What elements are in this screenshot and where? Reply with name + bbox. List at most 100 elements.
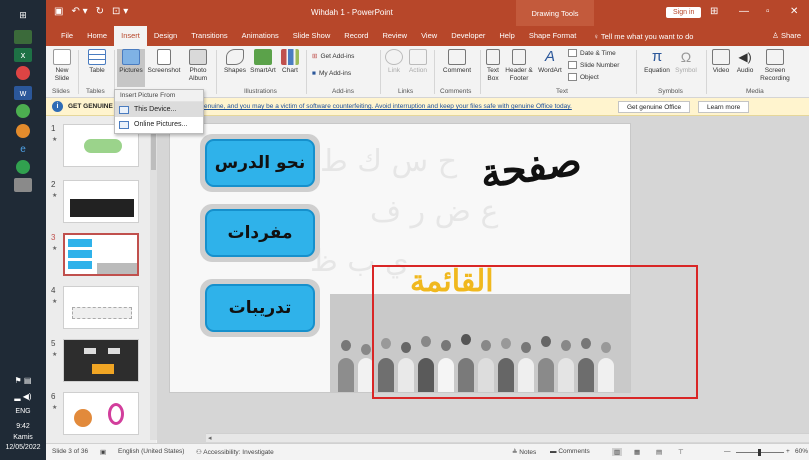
tab-home[interactable]: Home — [80, 26, 114, 46]
language-status[interactable]: English (United States) — [118, 448, 184, 455]
tab-shape-format[interactable]: Shape Format — [522, 26, 584, 46]
zoom-level[interactable]: 60% — [795, 448, 808, 455]
thumb-number: 6 — [51, 392, 56, 401]
orange-app-icon[interactable] — [16, 124, 30, 138]
screenshot-button[interactable]: Screenshot — [146, 49, 182, 75]
zoom-in-icon[interactable]: + — [786, 448, 790, 455]
new-slide-button[interactable]: New Slide — [50, 49, 74, 83]
close-icon[interactable]: ✕ — [790, 6, 798, 17]
header-footer-icon — [512, 49, 526, 65]
edge-icon[interactable]: e — [14, 142, 32, 156]
tab-transitions[interactable]: Transitions — [184, 26, 234, 46]
chrome-icon[interactable] — [16, 66, 30, 80]
menu-button-tadribat[interactable]: تدريبات — [200, 279, 320, 337]
redo-icon[interactable]: ↻ — [96, 6, 104, 17]
photo-album-label: Photo Album — [188, 67, 208, 82]
tab-record[interactable]: Record — [337, 26, 375, 46]
tab-view[interactable]: View — [414, 26, 444, 46]
get-addins-button[interactable]: ⊞ Get Add-ins — [312, 52, 354, 61]
slide-thumbnail-4[interactable] — [63, 286, 139, 329]
photo-album-button[interactable]: Photo Album — [184, 49, 212, 83]
maximize-icon[interactable]: ▫ — [766, 6, 770, 17]
reading-view-icon[interactable]: ▤ — [656, 448, 662, 456]
this-device-menu-item[interactable]: This Device... — [115, 102, 203, 117]
tab-insert[interactable]: Insert — [114, 26, 147, 46]
online-pictures-menu-item[interactable]: Online Pictures... — [115, 117, 203, 132]
undo-icon[interactable]: ↶ ▾ — [71, 6, 87, 17]
comment-button[interactable]: Comment — [440, 49, 474, 75]
slide-thumbnail-5[interactable] — [63, 339, 139, 382]
tab-help[interactable]: Help — [492, 26, 521, 46]
link-button[interactable]: Link — [384, 49, 404, 75]
sign-in-button[interactable]: Sign in — [666, 7, 702, 18]
accessibility-status[interactable]: ⚇ Accessibility: Investigate — [196, 448, 274, 456]
present-icon[interactable]: ⊡ ▾ — [112, 6, 128, 17]
shapes-button[interactable]: Shapes — [222, 49, 248, 75]
tray-language[interactable]: ENG — [0, 408, 46, 415]
notes-button[interactable]: ≜ Notes — [512, 448, 536, 456]
zoom-slider-thumb[interactable] — [758, 449, 761, 456]
audio-button[interactable]: ◀) Audio — [734, 49, 756, 75]
menu-button-nahw[interactable]: نحو الدرس — [200, 134, 320, 192]
photo-album-icon — [189, 49, 207, 65]
scroll-left-icon[interactable]: ◂ — [208, 434, 212, 442]
slide-thumbnail-2[interactable] — [63, 180, 139, 223]
windows-logo-icon[interactable]: ⊞ — [14, 8, 32, 22]
table-button[interactable]: Table — [84, 49, 110, 75]
minimize-icon[interactable]: — — [739, 6, 749, 17]
spellcheck-icon[interactable]: ▣ — [100, 448, 106, 456]
ribbon-display-icon[interactable]: ⊞ — [710, 6, 718, 17]
misc-app-icon[interactable] — [14, 178, 32, 192]
symbol-button[interactable]: Ω Symbol — [674, 49, 698, 75]
text-box-button[interactable]: Text Box — [483, 49, 503, 83]
get-genuine-office-button[interactable]: Get genuine Office — [618, 101, 691, 113]
smartart-button[interactable]: SmartArt — [249, 49, 277, 75]
slide-thumbnail-6[interactable] — [63, 392, 139, 435]
thumbnail-scrollbar[interactable] — [150, 120, 157, 440]
pictures-button[interactable]: Pictures — [117, 49, 145, 87]
action-button[interactable]: Action — [406, 49, 430, 75]
tray-icons[interactable]: ⚑ ▤ — [0, 376, 46, 385]
zoom-out-icon[interactable]: — — [724, 448, 731, 455]
slideshow-icon[interactable]: ⊤ — [678, 448, 684, 456]
slide-title[interactable]: صفحة — [477, 137, 584, 198]
slide-sorter-icon[interactable]: ▦ — [634, 448, 640, 456]
slide-number-button[interactable]: Slide Number — [568, 61, 619, 69]
tab-design[interactable]: Design — [147, 26, 184, 46]
screen-recording-button[interactable]: Screen Recording — [758, 49, 792, 83]
info-icon: i — [52, 101, 63, 112]
slide-thumbnail-3[interactable] — [63, 233, 139, 276]
tray-time[interactable]: 9:42 — [0, 423, 46, 430]
save-icon[interactable]: ▣ — [54, 6, 63, 17]
tab-file[interactable]: File — [54, 26, 80, 46]
my-addins-button[interactable]: ■ My Add-ins — [312, 70, 351, 77]
tab-review[interactable]: Review — [375, 26, 414, 46]
tell-me-search[interactable]: ♀ Tell me what you want to do — [593, 32, 693, 41]
tab-slide-show[interactable]: Slide Show — [286, 26, 338, 46]
video-button[interactable]: Video — [710, 49, 732, 75]
share-button[interactable]: ♙ Share — [772, 31, 801, 40]
powerpoint-window: ▣ ↶ ▾ ↻ ⊡ ▾ Wihdah 1 - PowerPoint Drawin… — [46, 0, 809, 460]
green-app-icon[interactable] — [16, 104, 30, 118]
chart-button[interactable]: Chart — [279, 49, 301, 75]
date-time-button[interactable]: Date & Time — [568, 49, 616, 57]
header-footer-button[interactable]: Header & Footer — [504, 49, 534, 83]
tray-volume[interactable]: ▂ ◀) — [0, 392, 46, 401]
word-icon[interactable]: w — [14, 86, 32, 100]
excel-icon[interactable]: x — [14, 48, 32, 62]
object-button[interactable]: Object — [568, 73, 599, 81]
slide-horizontal-scrollbar[interactable]: ◂ ▸ — [206, 433, 809, 442]
speaker-icon: ◀) — [738, 50, 752, 64]
notification-message[interactable]: enuine, and you may be a victim of softw… — [204, 103, 572, 110]
tab-animations[interactable]: Animations — [235, 26, 286, 46]
comments-button[interactable]: ▬ Comments — [550, 448, 590, 455]
tab-developer[interactable]: Developer — [444, 26, 492, 46]
learn-more-button[interactable]: Learn more — [698, 101, 750, 113]
online-pictures-icon — [119, 120, 129, 129]
wordart-button[interactable]: A WordArt — [536, 49, 564, 75]
chrome2-icon[interactable] — [16, 160, 30, 174]
menu-button-mufradat[interactable]: مفردات — [200, 204, 320, 262]
equation-button[interactable]: π Equation — [642, 49, 672, 75]
file-explorer-icon[interactable] — [14, 30, 32, 44]
normal-view-icon[interactable]: ▥ — [612, 448, 623, 456]
